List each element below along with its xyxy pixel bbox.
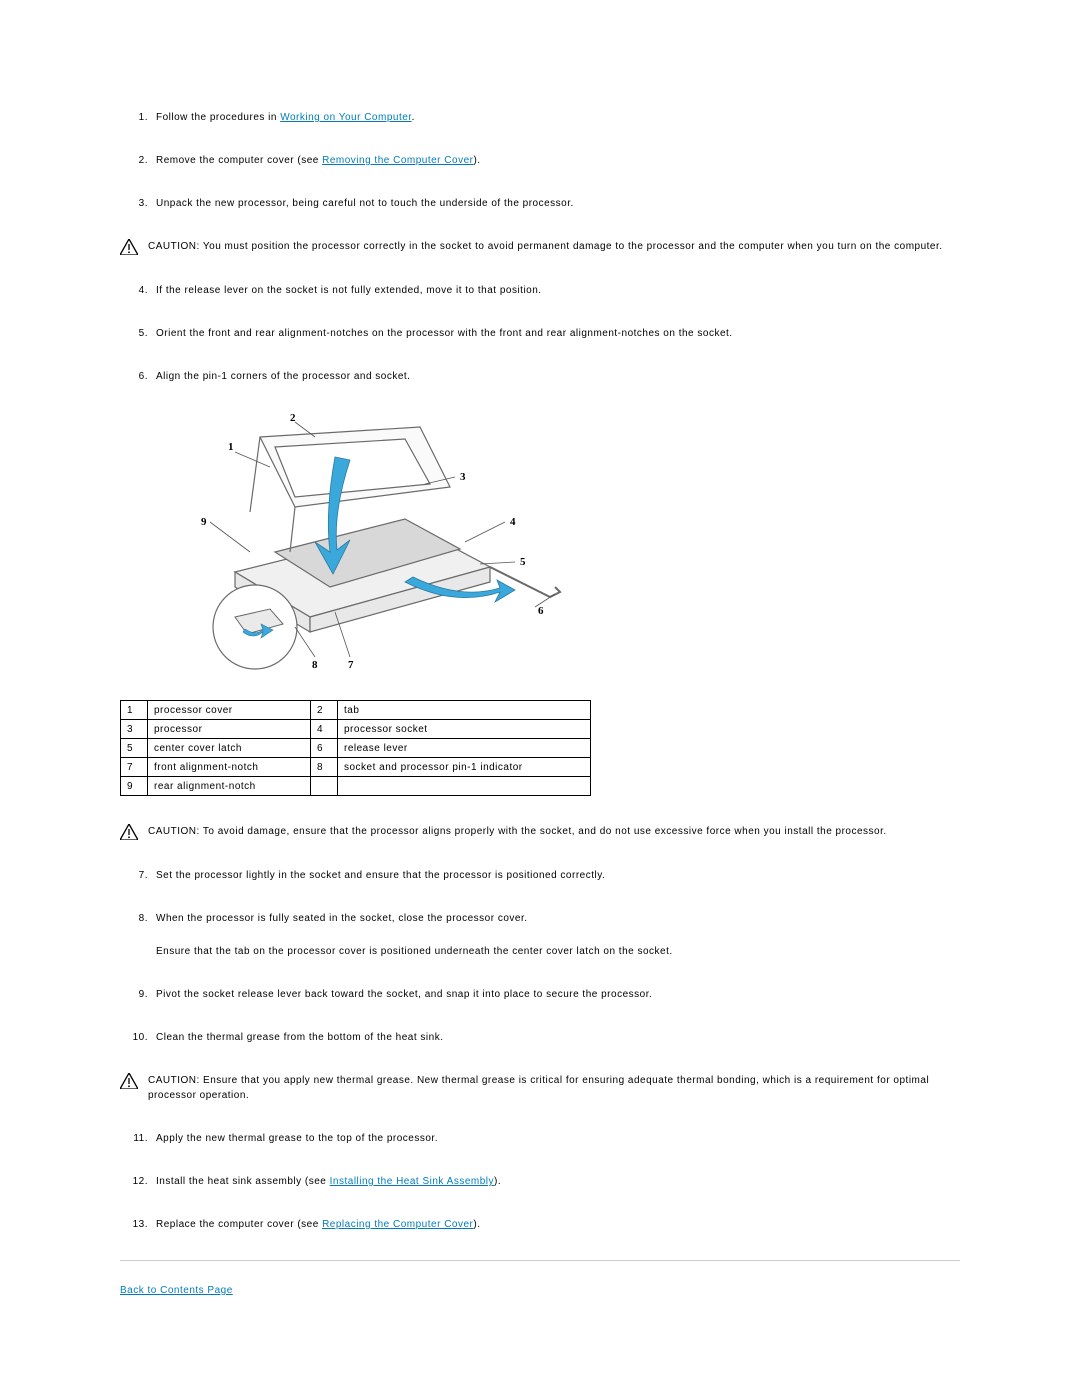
step-5: 5. Orient the front and rear alignment-n… — [120, 326, 960, 341]
step-list-a: 1. Follow the procedures in Working on Y… — [120, 110, 960, 211]
step-num: 10. — [120, 1030, 156, 1045]
step-12: 12. Install the heat sink assembly (see … — [120, 1174, 960, 1189]
table-row: 7 front alignment-notch 8 socket and pro… — [121, 758, 591, 777]
step-6: 6. Align the pin-1 corners of the proces… — [120, 369, 960, 384]
step-list-d: 11. Apply the new thermal grease to the … — [120, 1131, 960, 1232]
caution-text: CAUTION: You must position the processor… — [148, 239, 943, 254]
table-row: 9 rear alignment-notch — [121, 777, 591, 796]
step-text: If the release lever on the socket is no… — [156, 283, 960, 298]
link-replace-cover[interactable]: Replacing the Computer Cover — [322, 1219, 473, 1230]
step-8: 8. When the processor is fully seated in… — [120, 911, 960, 926]
step-13: 13. Replace the computer cover (see Repl… — [120, 1217, 960, 1232]
step-4: 4. If the release lever on the socket is… — [120, 283, 960, 298]
diagram-label-5: 5 — [520, 556, 526, 568]
caution-3: CAUTION: Ensure that you apply new therm… — [120, 1073, 960, 1103]
parts-table: 1 processor cover 2 tab 3 processor 4 pr… — [120, 700, 591, 796]
diagram-label-8: 8 — [312, 659, 318, 671]
caution-1: CAUTION: You must position the processor… — [120, 239, 960, 255]
diagram-label-7: 7 — [348, 659, 354, 671]
step-list-c: 7. Set the processor lightly in the sock… — [120, 868, 960, 1045]
step-text: Pivot the socket release lever back towa… — [156, 987, 960, 1002]
document-page: 1. Follow the procedures in Working on Y… — [0, 0, 1080, 1397]
step-8-extra: Ensure that the tab on the processor cov… — [120, 944, 960, 959]
step-num: 11. — [120, 1131, 156, 1146]
caution-text: CAUTION: Ensure that you apply new therm… — [148, 1073, 960, 1103]
step-1: 1. Follow the procedures in Working on Y… — [120, 110, 960, 125]
step-10: 10. Clean the thermal grease from the bo… — [120, 1030, 960, 1045]
step-num: 6. — [120, 369, 156, 384]
table-row: 3 processor 4 processor socket — [121, 720, 591, 739]
processor-diagram: 1 2 3 4 5 6 7 8 9 — [165, 412, 585, 672]
caution-2: CAUTION: To avoid damage, ensure that th… — [120, 824, 960, 840]
link-removing-cover[interactable]: Removing the Computer Cover — [322, 155, 473, 166]
step-num: 4. — [120, 283, 156, 298]
step-text: Replace the computer cover (see Replacin… — [156, 1217, 960, 1232]
diagram-label-3: 3 — [460, 471, 466, 483]
step-text: Clean the thermal grease from the bottom… — [156, 1030, 960, 1045]
step-9: 9. Pivot the socket release lever back t… — [120, 987, 960, 1002]
step-text: Unpack the new processor, being careful … — [156, 196, 960, 211]
caution-icon — [120, 824, 142, 840]
link-install-heatsink[interactable]: Installing the Heat Sink Assembly — [330, 1176, 494, 1187]
caution-text: CAUTION: To avoid damage, ensure that th… — [148, 824, 887, 839]
step-text: Install the heat sink assembly (see Inst… — [156, 1174, 960, 1189]
link-working-on-computer[interactable]: Working on Your Computer — [280, 112, 411, 123]
step-7: 7. Set the processor lightly in the sock… — [120, 868, 960, 883]
step-num: 13. — [120, 1217, 156, 1232]
step-text: When the processor is fully seated in th… — [156, 911, 960, 926]
back-to-contents: Back to Contents Page — [120, 1285, 960, 1296]
step-2: 2. Remove the computer cover (see Removi… — [120, 153, 960, 168]
step-text: Follow the procedures in Working on Your… — [156, 110, 960, 125]
diagram-label-6: 6 — [538, 605, 544, 617]
diagram-label-9: 9 — [201, 516, 207, 528]
step-num: 8. — [120, 911, 156, 926]
step-num: 5. — [120, 326, 156, 341]
step-list-b: 4. If the release lever on the socket is… — [120, 283, 960, 384]
step-3: 3. Unpack the new processor, being caref… — [120, 196, 960, 211]
step-text: Set the processor lightly in the socket … — [156, 868, 960, 883]
diagram-label-2: 2 — [290, 412, 296, 424]
step-num: 7. — [120, 868, 156, 883]
caution-icon — [120, 239, 142, 255]
back-to-contents-link[interactable]: Back to Contents Page — [120, 1285, 233, 1296]
step-text: Remove the computer cover (see Removing … — [156, 153, 960, 168]
step-num: 3. — [120, 196, 156, 211]
diagram-label-1: 1 — [228, 441, 234, 453]
step-text: Apply the new thermal grease to the top … — [156, 1131, 960, 1146]
step-num: 1. — [120, 110, 156, 125]
step-11: 11. Apply the new thermal grease to the … — [120, 1131, 960, 1146]
step-text: Orient the front and rear alignment-notc… — [156, 326, 960, 341]
divider — [120, 1260, 960, 1261]
table-row: 5 center cover latch 6 release lever — [121, 739, 591, 758]
table-row: 1 processor cover 2 tab — [121, 701, 591, 720]
step-num: 12. — [120, 1174, 156, 1189]
diagram-label-4: 4 — [510, 516, 516, 528]
caution-icon — [120, 1073, 142, 1089]
step-num: 9. — [120, 987, 156, 1002]
step-text: Align the pin-1 corners of the processor… — [156, 369, 960, 384]
step-text: Ensure that the tab on the processor cov… — [156, 944, 960, 959]
step-num: 2. — [120, 153, 156, 168]
